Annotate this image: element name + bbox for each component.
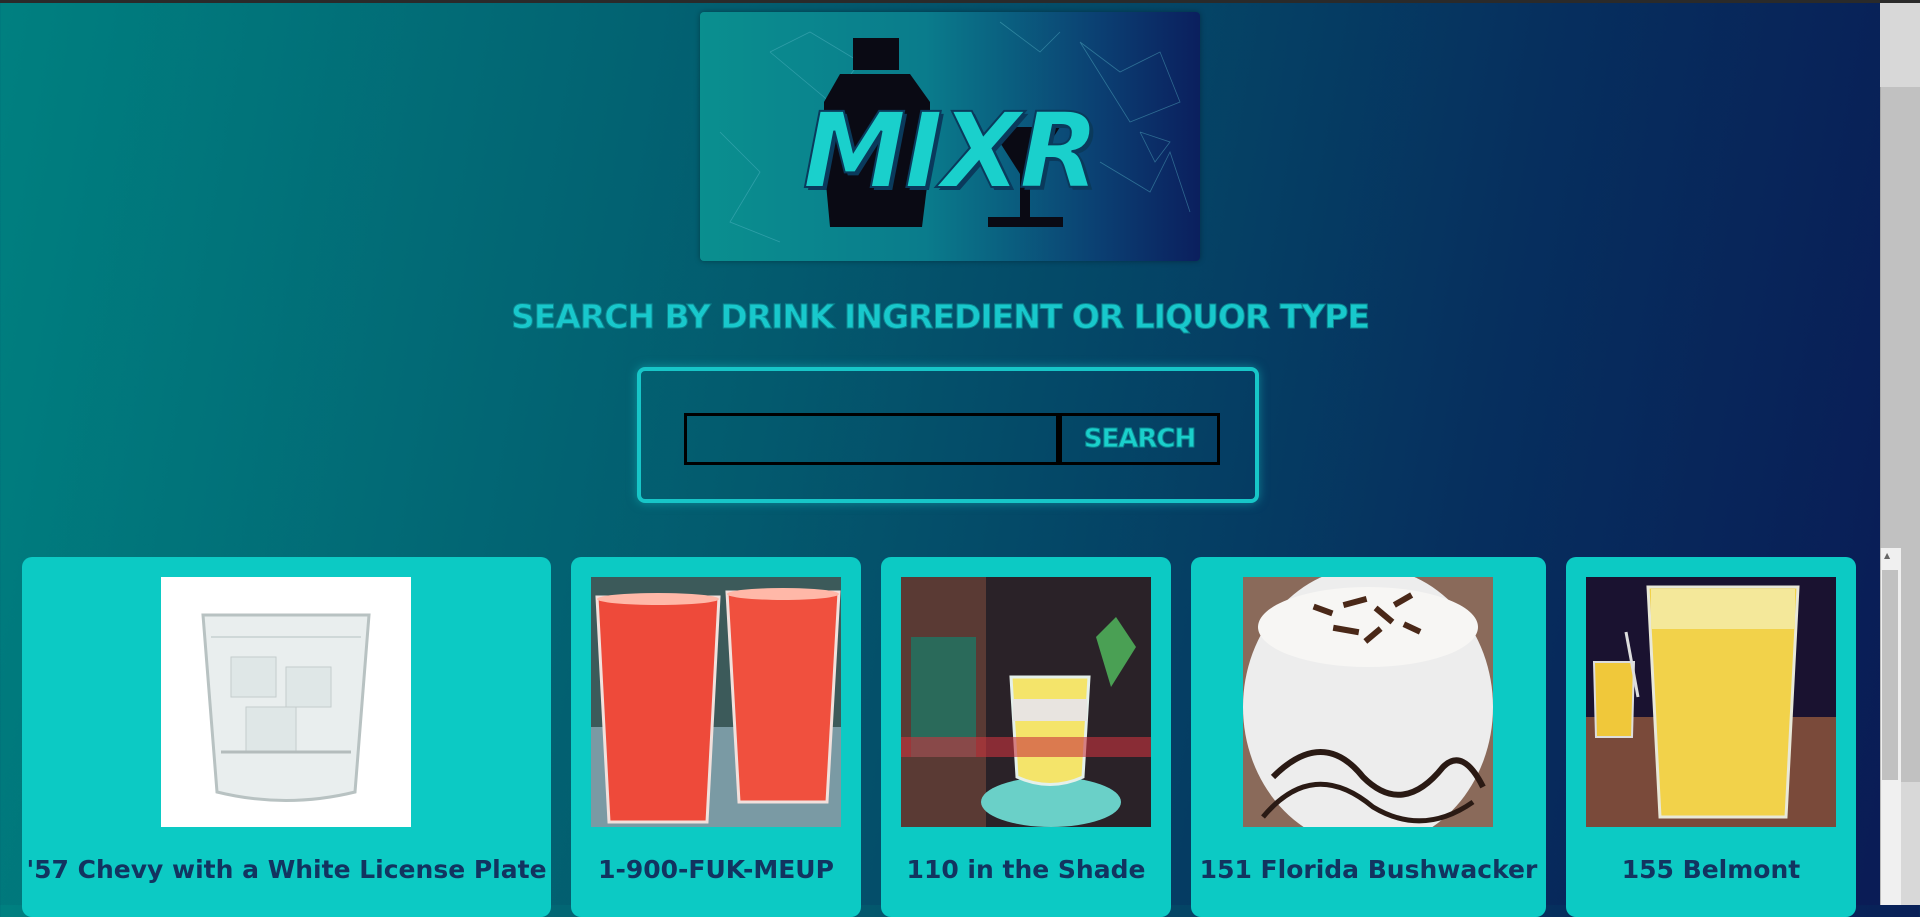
- drink-image: [1586, 577, 1836, 827]
- drink-card[interactable]: 155 Belmont: [1566, 557, 1856, 917]
- drink-card[interactable]: 1-900-FUK-MEUP: [571, 557, 861, 917]
- drink-name: 151 Florida Bushwacker: [1199, 855, 1538, 884]
- drink-name: 155 Belmont: [1621, 855, 1801, 884]
- mixr-logo: MIXR: [700, 12, 1200, 261]
- search-input[interactable]: [684, 413, 1059, 465]
- drink-image: [591, 577, 841, 827]
- drink-card[interactable]: 110 in the Shade: [881, 557, 1171, 917]
- drink-name: '57 Chevy with a White License Plate: [26, 855, 547, 884]
- drink-name: 110 in the Shade: [906, 855, 1146, 884]
- inner-scrollbar-thumb[interactable]: [1882, 570, 1898, 780]
- window-top-border: [0, 0, 1920, 3]
- search-heading: Search by drink ingredient or liquor typ…: [510, 297, 1370, 337]
- drink-image: [161, 577, 411, 827]
- drink-image: [1243, 577, 1493, 827]
- scroll-up-arrow-icon[interactable]: ▲: [1884, 551, 1890, 560]
- search-button[interactable]: Search: [1059, 413, 1220, 465]
- search-form: Search: [637, 367, 1259, 503]
- drink-card[interactable]: 151 Florida Bushwacker: [1191, 557, 1546, 917]
- logo-text: MIXR: [802, 89, 1100, 213]
- drink-name: 1-900-FUK-MEUP: [598, 855, 834, 884]
- drink-image: [901, 577, 1151, 827]
- drink-card[interactable]: '57 Chevy with a White License Plate: [22, 557, 551, 917]
